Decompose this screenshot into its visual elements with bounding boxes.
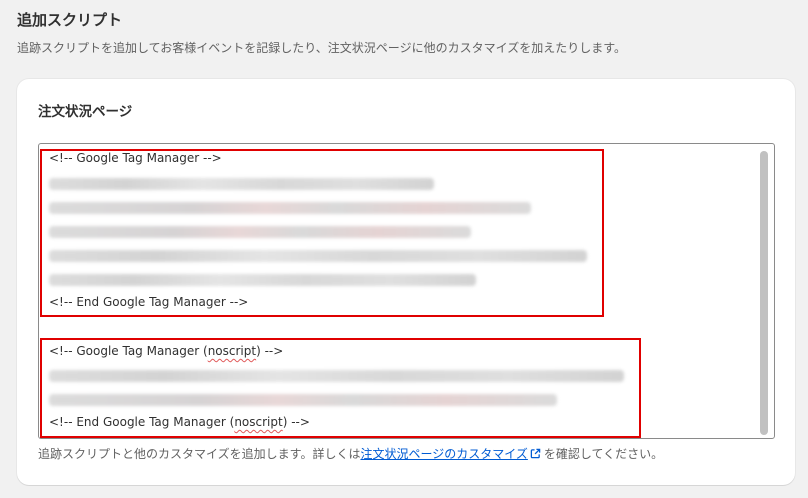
card-title: 注文状況ページ [38, 104, 133, 120]
redacted-code-line [49, 274, 476, 286]
gtm-noscript-end-comment: <!-- End Google Tag Manager (noscript) -… [49, 415, 310, 429]
external-link-icon [530, 448, 541, 462]
script-textarea[interactable]: <!-- Google Tag Manager --> <!-- End Goo… [38, 143, 775, 439]
redacted-code-line [49, 202, 531, 214]
redacted-code-line [49, 178, 434, 190]
redacted-code-line [49, 370, 624, 382]
textarea-scrollbar[interactable] [760, 151, 768, 435]
redacted-code-line [49, 250, 587, 262]
order-status-customization-link[interactable]: 注文状況ページのカスタマイズ [360, 447, 527, 461]
section-description: 追跡スクリプトを追加してお客様イベントを記録したり、注文状況ページに他のカスタマ… [17, 41, 627, 55]
help-text: 追跡スクリプトと他のカスタマイズを追加します。詳しくは注文状況ページのカスタマイ… [38, 447, 664, 462]
order-status-card: 注文状況ページ <!-- Google Tag Manager --> <!--… [17, 79, 795, 485]
gtm-end-comment: <!-- End Google Tag Manager --> [49, 295, 249, 309]
redacted-code-line [49, 226, 471, 238]
gtm-noscript-start-comment: <!-- Google Tag Manager (noscript) --> [49, 344, 284, 358]
redacted-code-line [49, 394, 557, 406]
gtm-start-comment: <!-- Google Tag Manager --> [49, 151, 222, 165]
section-title: 追加スクリプト [17, 11, 123, 29]
